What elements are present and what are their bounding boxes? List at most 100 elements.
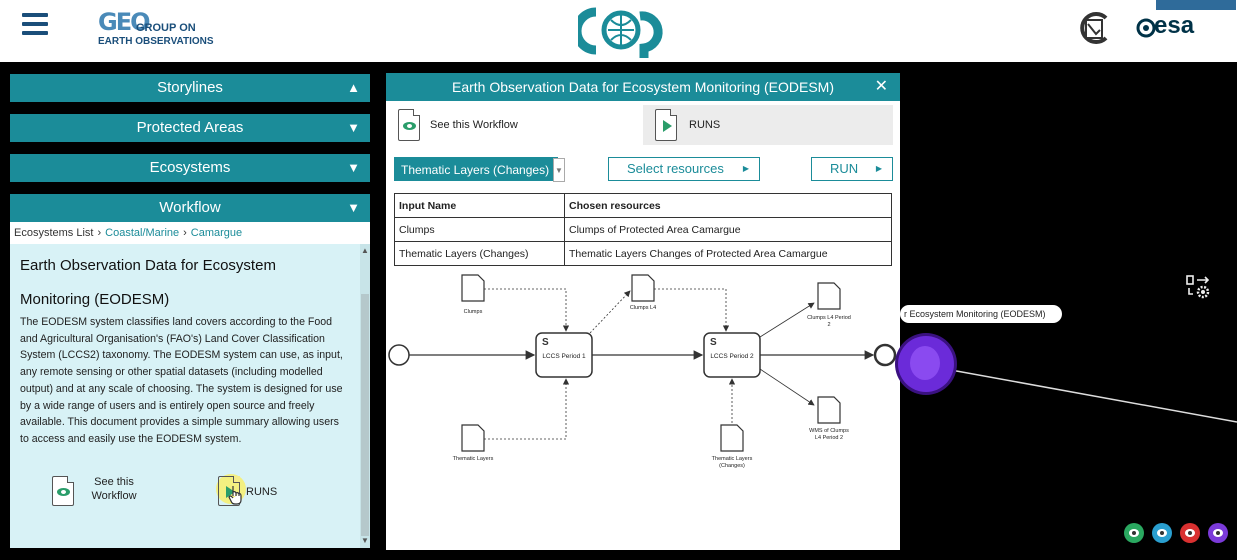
sidebar: Storylines ▲ Protected Areas ▼ Ecosystem… [10, 74, 370, 548]
graph-node-core [910, 346, 940, 380]
table-cell: Thematic Layers (Changes) [394, 241, 565, 266]
view-toggle-green[interactable] [1124, 523, 1144, 543]
table-cell: Thematic Layers Changes of Protected Are… [564, 241, 892, 266]
see-workflow-button[interactable]: See this Workflow [50, 472, 150, 512]
page-title-line1: Earth Observation Data for Ecosystem [20, 257, 276, 274]
runs-doc-icon [655, 109, 677, 141]
doc-label: L4 Period 2 [815, 435, 843, 441]
esa-logo: esa [1154, 12, 1195, 39]
geo-logo[interactable]: GEO GROUP ON EARTH OBSERVATIONS [98, 8, 228, 48]
play-small-icon: ▶ [875, 164, 882, 173]
accordion-label: Storylines [157, 79, 223, 96]
doc-label: (Changes) [719, 463, 745, 469]
tab-label: See this Workflow [430, 119, 518, 131]
breadcrumb-item[interactable]: Camargue [191, 227, 242, 239]
workflow-modal: Earth Observation Data for Ecosystem Mon… [386, 73, 900, 550]
select-resources-label: Select resources [627, 161, 724, 176]
task-label: LCCS Period 1 [542, 353, 586, 360]
modal-header: Earth Observation Data for Ecosystem Mon… [386, 73, 900, 101]
doc-clumps[interactable]: Clumps [461, 274, 485, 315]
esa-strip [1156, 0, 1236, 10]
run-button[interactable]: RUN ▶ [811, 157, 893, 181]
modal-tabs: See this Workflow RUNS [386, 101, 900, 147]
breadcrumb-item[interactable]: Coastal/Marine [105, 227, 179, 239]
modal-title: Earth Observation Data for Ecosystem Mon… [451, 79, 835, 95]
chevron-down-icon: ▼ [347, 200, 360, 215]
play-small-icon: ▶ [742, 164, 749, 173]
scroll-up-icon[interactable]: ▲ [360, 246, 370, 255]
chevron-up-icon: ▲ [347, 80, 360, 95]
select-resources-button[interactable]: Select resources ▶ [608, 157, 760, 181]
input-select[interactable]: Thematic Layers (Changes) ▼ [394, 157, 565, 182]
doc-clumps-l4[interactable]: Clumps L4 [630, 274, 656, 311]
workflow-diagram: S LCCS Period 1 S LCCS Period 2 Clumps C… [388, 274, 897, 469]
close-icon[interactable]: ✕ [875, 73, 888, 101]
partner-logos: esa [1076, 0, 1236, 48]
workflow-settings-icon[interactable] [1185, 274, 1213, 300]
runs-label: RUNS [246, 486, 278, 498]
breadcrumb-separator-icon: › [97, 227, 102, 239]
tab-runs[interactable]: RUNS [643, 105, 893, 145]
esa-mark-icon [1136, 18, 1156, 38]
end-event [873, 343, 897, 367]
accordion-label: Protected Areas [136, 119, 244, 136]
scroll-down-icon[interactable]: ▼ [360, 536, 370, 545]
inputs-table: Input Name Chosen resources Clumps Clump… [394, 193, 892, 266]
see-workflow-label: See this Workflow [84, 476, 144, 502]
chevron-down-icon: ▼ [347, 160, 360, 175]
doc-thematic-layers[interactable]: Thematic Layers [453, 424, 494, 462]
table-row[interactable]: Thematic Layers (Changes) Thematic Layer… [394, 241, 892, 266]
chevron-down-icon: ▼ [553, 158, 565, 182]
accordion-workflow[interactable]: Workflow ▼ [10, 194, 370, 222]
start-event [388, 344, 410, 366]
breadcrumb: Ecosystems List › Coastal/Marine › Camargue [10, 222, 370, 244]
runs-button[interactable]: RUNS [214, 470, 294, 514]
column-header: Input Name [394, 193, 565, 218]
doc-label: WMS of Clumps [809, 428, 849, 434]
view-toggle-red[interactable] [1180, 523, 1200, 543]
svg-text:S: S [710, 337, 717, 348]
scroll-thumb[interactable] [361, 294, 369, 536]
doc-thematic-layers-changes[interactable]: Thematic Layers (Changes) [712, 424, 753, 469]
view-toggle-purple[interactable] [1208, 523, 1228, 543]
input-select-value: Thematic Layers (Changes) [401, 163, 550, 177]
task-label: LCCS Period 2 [710, 353, 754, 360]
table-cell: Clumps of Protected Area Camargue [564, 217, 892, 242]
table-row[interactable]: Clumps Clumps of Protected Area Camargue [394, 217, 892, 242]
workflow-doc-icon [52, 476, 74, 506]
hand-cursor-icon [228, 486, 242, 505]
doc-label: Thematic Layers [712, 456, 753, 462]
doc-wms-clumps[interactable]: WMS of Clumps L4 Period 2 [809, 396, 849, 441]
view-toggle-blue[interactable] [1152, 523, 1172, 543]
column-header: Chosen resources [564, 193, 892, 218]
workflow-panel: Ecosystems List › Coastal/Marine › Camargue … [10, 222, 370, 548]
run-controls: Thematic Layers (Changes) ▼ Select resou… [386, 155, 900, 183]
geo-logo-line1: GROUP ON [136, 22, 196, 34]
ecop-logo: ecop [578, 7, 663, 58]
menu-icon[interactable] [22, 13, 48, 37]
doc-clumps-l4-period-2[interactable]: Clumps L4 Period 2 [807, 282, 851, 328]
breadcrumb-item[interactable]: Ecosystems List [14, 227, 93, 239]
chevron-down-icon: ▼ [347, 120, 360, 135]
table-cell: Clumps [394, 217, 565, 242]
description: The EODESM system classifies land covers… [20, 316, 343, 445]
cnr-logo-icon [1080, 12, 1108, 44]
see-workflow-line2: Workflow [91, 490, 137, 502]
workflow-doc-icon [398, 109, 420, 141]
run-label: RUN [830, 161, 859, 176]
svg-text:S: S [542, 337, 549, 348]
table-header-row: Input Name Chosen resources [394, 193, 892, 218]
graph-node[interactable] [898, 336, 954, 392]
accordion-ecosystems[interactable]: Ecosystems ▼ [10, 154, 370, 182]
page-title-line2: Monitoring (EODESM) [20, 291, 170, 308]
doc-label: Thematic Layers [453, 456, 494, 462]
accordion-label: Ecosystems [149, 159, 231, 176]
scrollbar[interactable]: ▲ ▼ [360, 244, 370, 548]
doc-label: 2 [827, 322, 830, 328]
accordion-storylines[interactable]: Storylines ▲ [10, 74, 370, 102]
node-tooltip: r Ecosystem Monitoring (EODESM) [900, 305, 1062, 323]
tab-see-workflow[interactable]: See this Workflow [394, 105, 639, 145]
accordion-label: Workflow [159, 199, 221, 216]
accordion-protected-areas[interactable]: Protected Areas ▼ [10, 114, 370, 142]
doc-label: Clumps L4 Period [807, 315, 851, 321]
